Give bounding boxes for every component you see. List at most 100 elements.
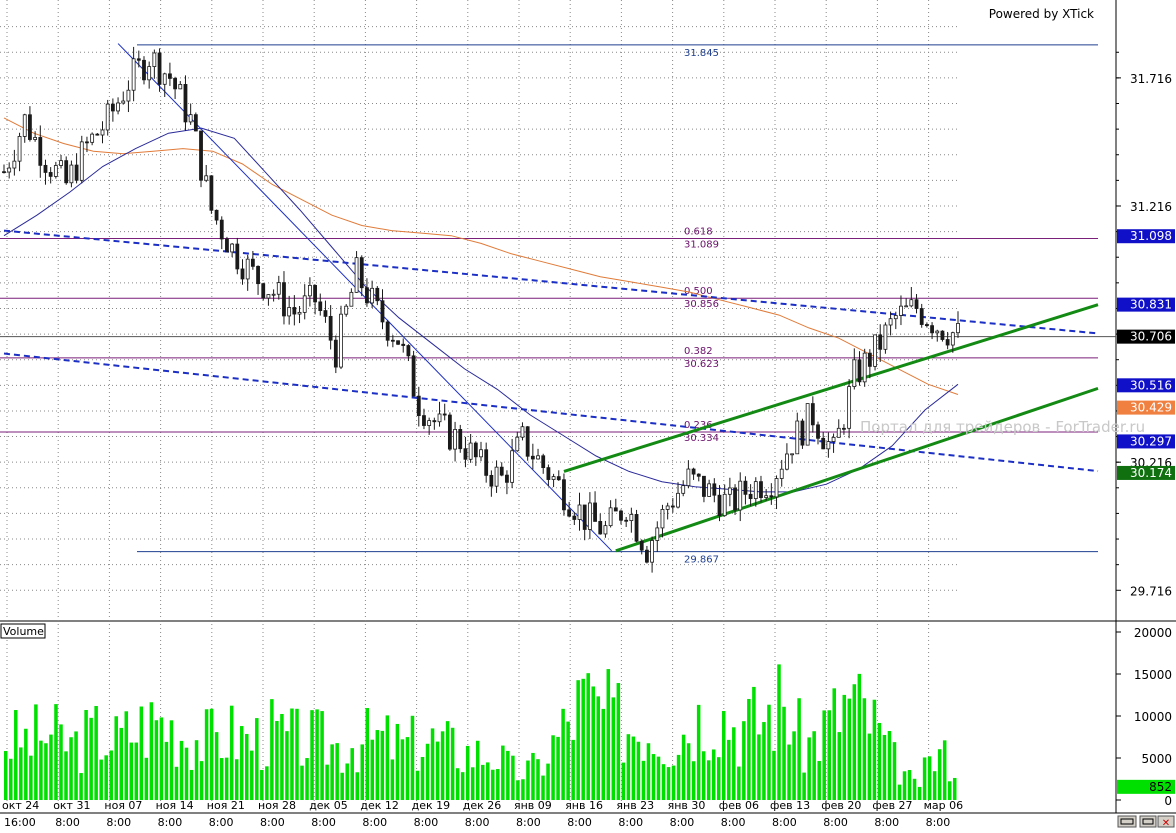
time-label: 8:00 xyxy=(209,816,234,829)
volume-bar xyxy=(832,688,836,800)
candle-body xyxy=(956,323,960,334)
candle-body xyxy=(935,330,940,334)
candle-body xyxy=(282,282,286,317)
volume-bar xyxy=(481,764,485,800)
volume-bar xyxy=(867,733,872,800)
candle-body xyxy=(530,455,535,460)
candle-body xyxy=(909,299,914,307)
candle-body xyxy=(681,485,686,494)
volume-bar xyxy=(551,735,555,800)
volume-bar xyxy=(937,749,942,800)
volume-bar xyxy=(124,711,129,800)
volume-bar xyxy=(601,708,606,800)
volume-bar xyxy=(310,710,314,800)
fib-price: 30.623 xyxy=(684,359,719,370)
volume-bar xyxy=(460,772,465,800)
volume-bar xyxy=(34,704,38,800)
volume-bar xyxy=(711,749,716,800)
volume-bar xyxy=(24,728,28,800)
volume-bar xyxy=(762,722,766,800)
fib-price: 30.856 xyxy=(684,299,719,310)
time-label: 8:00 xyxy=(926,816,951,829)
volume-bar xyxy=(701,751,706,800)
volume-bar xyxy=(541,775,545,800)
candle-body xyxy=(209,175,214,211)
volume-bar xyxy=(179,740,184,800)
time-label: 8:00 xyxy=(516,816,541,829)
volume-bar xyxy=(149,702,154,800)
candle-body xyxy=(836,427,841,438)
candle-body xyxy=(173,78,177,90)
close-icon: ✕ xyxy=(1162,818,1170,829)
candle-body xyxy=(12,160,17,169)
candle-body xyxy=(396,340,400,345)
candle-body xyxy=(810,403,815,426)
candle-body xyxy=(74,164,79,181)
price-tag-label: 30.706 xyxy=(1130,330,1172,344)
volume-bar xyxy=(501,745,505,800)
volume-bar xyxy=(315,709,319,800)
price-tag-label: 30.297 xyxy=(1130,434,1172,448)
date-label: ноя 28 xyxy=(258,799,296,812)
candle-body xyxy=(572,515,577,520)
candle-body xyxy=(385,321,390,341)
volume-bar xyxy=(757,734,761,800)
zoom-button[interactable] xyxy=(1139,815,1157,828)
volume-bar xyxy=(686,743,691,800)
candle-body xyxy=(510,450,515,483)
fib-ratio: 0.382 xyxy=(684,346,713,357)
price-tag-label: 30.831 xyxy=(1130,298,1172,312)
candle-body xyxy=(867,352,872,367)
volume-bar xyxy=(641,760,646,800)
date-label: янв 16 xyxy=(565,799,603,812)
volume-bar xyxy=(19,747,23,800)
candle-body xyxy=(950,332,955,346)
volume-bar xyxy=(737,766,741,800)
volume-bar xyxy=(470,767,475,800)
volume-bar xyxy=(265,766,269,800)
candle-body xyxy=(727,487,732,495)
date-label: мар 06 xyxy=(924,799,964,812)
date-label: янв 30 xyxy=(668,799,706,812)
volume-bar xyxy=(360,744,365,800)
candle-body xyxy=(722,493,727,517)
candle-body xyxy=(914,299,919,309)
volume-bar xyxy=(290,708,294,800)
candle-body xyxy=(520,426,525,438)
candle-body xyxy=(142,59,146,81)
volume-bar xyxy=(159,717,164,800)
candle-body xyxy=(753,481,758,500)
candle-body xyxy=(930,325,934,334)
volume-bar xyxy=(169,720,174,800)
volume-bar xyxy=(656,756,661,800)
time-label: 8:00 xyxy=(670,816,695,829)
candle-body xyxy=(204,175,209,181)
candle-body xyxy=(795,420,800,455)
candle-body xyxy=(69,164,74,184)
volume-bar xyxy=(300,765,304,800)
volume-bar xyxy=(14,710,18,800)
volume-bar xyxy=(129,742,134,800)
volume-bar xyxy=(69,737,73,800)
volume-bar xyxy=(942,740,947,800)
fib-price: 30.334 xyxy=(684,433,719,444)
date-label: окт 31 xyxy=(53,799,90,812)
volume-bar xyxy=(877,722,882,800)
candle-body xyxy=(276,282,281,295)
candle-body xyxy=(64,160,69,184)
volume-bar xyxy=(827,710,831,800)
volume-bar xyxy=(616,683,621,800)
volume-bar xyxy=(887,731,892,800)
candle-body xyxy=(7,167,12,173)
volume-bar xyxy=(340,772,344,800)
candle-body xyxy=(790,453,794,456)
scroll-controls[interactable]: ✕ xyxy=(1117,815,1175,829)
volume-bar xyxy=(245,733,249,800)
candle-body xyxy=(857,359,862,383)
volume-bar xyxy=(229,705,234,800)
volume-bar xyxy=(4,751,8,800)
candle-body xyxy=(670,505,675,508)
volume-bar xyxy=(646,743,651,800)
candle-body xyxy=(380,300,385,323)
candle-body xyxy=(328,315,333,341)
